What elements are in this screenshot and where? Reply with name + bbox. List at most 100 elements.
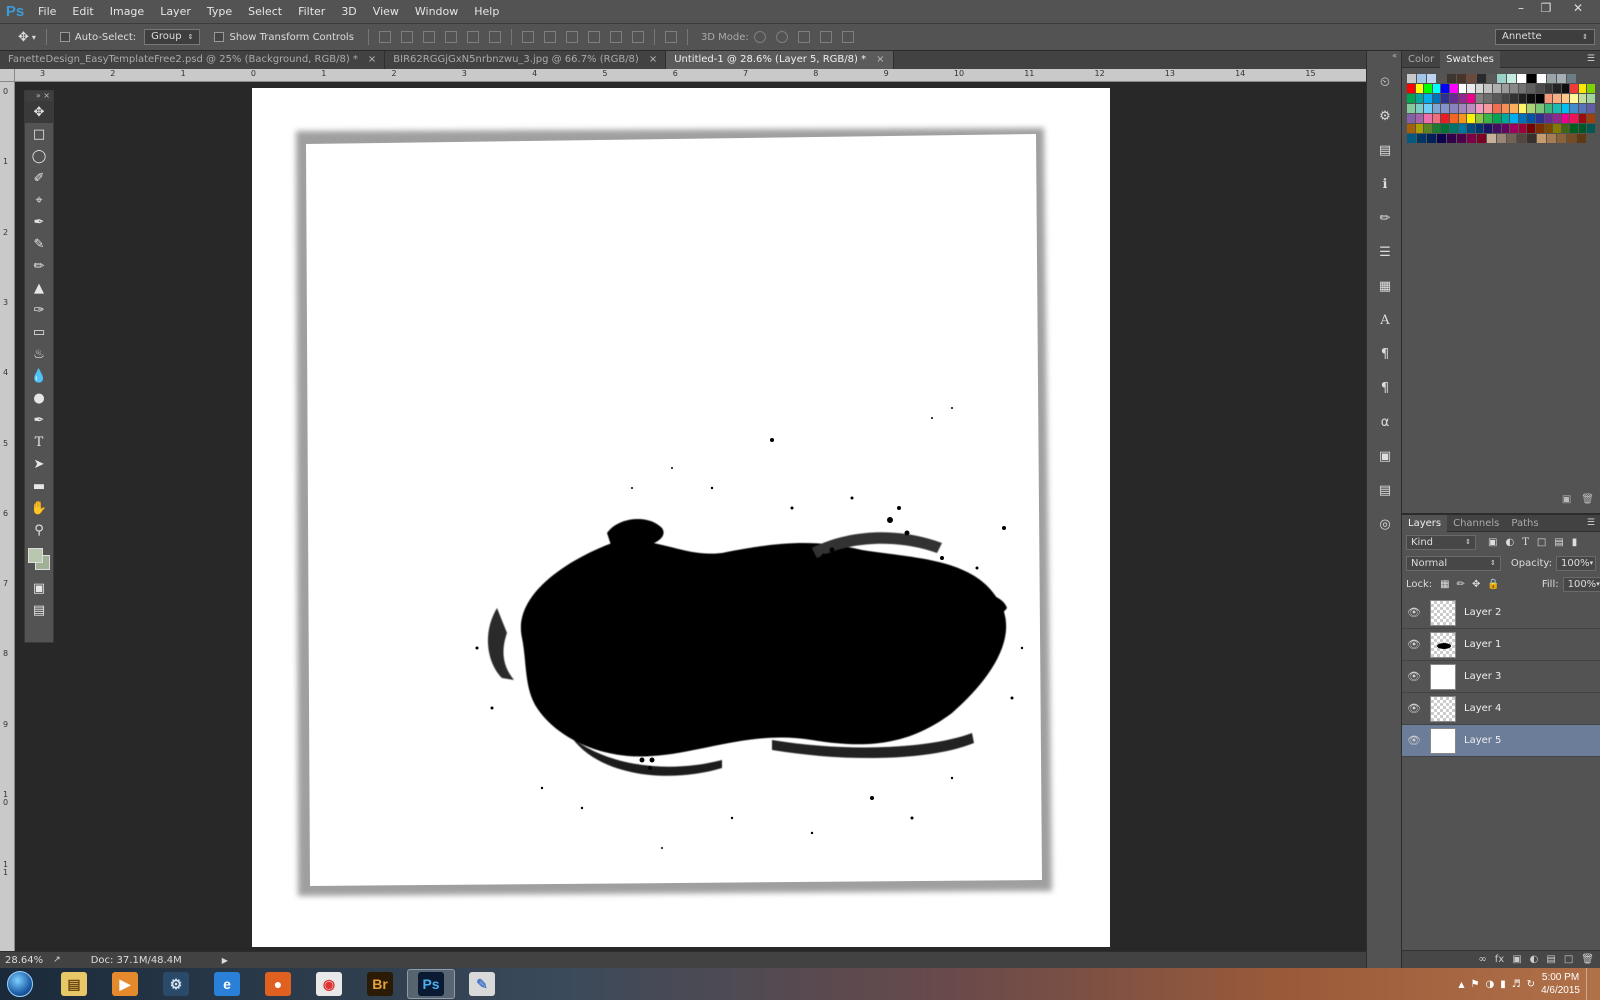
network-icon[interactable]: ◑ — [1485, 979, 1494, 990]
lock-image-icon[interactable]: ✏ — [1457, 579, 1465, 590]
filter-toggle-icon[interactable]: ▮ — [1572, 537, 1578, 548]
swatch[interactable] — [1492, 124, 1501, 133]
taskbar-paint[interactable]: ✎ — [458, 969, 506, 999]
swatch[interactable] — [1492, 114, 1501, 123]
paragraph-styles-icon[interactable]: ¶ — [1367, 371, 1403, 405]
show-transform-checkbox[interactable]: Show Transform Controls — [214, 32, 354, 43]
swatch[interactable] — [1507, 134, 1516, 143]
notes-icon[interactable]: ▤ — [1367, 473, 1403, 507]
new-group-icon[interactable]: ▤ — [1546, 954, 1555, 965]
brush-tool-icon[interactable]: ✏ — [25, 255, 53, 277]
swatch[interactable] — [1427, 74, 1436, 83]
swatch[interactable] — [1517, 134, 1526, 143]
foreground-color[interactable] — [28, 548, 43, 563]
layer-row[interactable]: 👁 Layer 4 — [1402, 693, 1600, 725]
swatch[interactable] — [1449, 84, 1458, 93]
swatch[interactable] — [1458, 84, 1467, 93]
swatch[interactable] — [1415, 124, 1424, 133]
share-icon[interactable]: ↗ — [53, 955, 61, 965]
swatch[interactable] — [1561, 84, 1570, 93]
taskbar-internet-explorer[interactable]: e — [203, 969, 251, 999]
sync-icon[interactable]: ↻ — [1527, 979, 1535, 990]
tab-swatches[interactable]: Swatches — [1440, 50, 1500, 68]
swatch[interactable] — [1510, 104, 1518, 113]
adjustment-layer-icon[interactable]: ◐ — [1530, 954, 1539, 965]
swatch[interactable] — [1407, 74, 1416, 83]
swatch[interactable] — [1557, 74, 1566, 83]
kind-filter-select[interactable]: Kind ⇕ — [1406, 535, 1476, 550]
swatch[interactable] — [1518, 104, 1527, 113]
swatch[interactable] — [1415, 84, 1424, 93]
swatch[interactable] — [1467, 94, 1475, 103]
swatch[interactable] — [1553, 94, 1561, 103]
swatch[interactable] — [1517, 74, 1526, 83]
swatch[interactable] — [1553, 84, 1561, 93]
swatch[interactable] — [1544, 124, 1553, 133]
start-button[interactable] — [0, 968, 40, 1000]
show-desktop-button[interactable] — [1586, 968, 1594, 1000]
taskbar-firefox[interactable]: ● — [254, 969, 302, 999]
swatch[interactable] — [1484, 124, 1492, 133]
3d-slide-icon[interactable] — [819, 31, 832, 43]
taskbar-media-player[interactable]: ▶ — [101, 969, 149, 999]
show-hidden-icons[interactable]: ▲ — [1458, 980, 1464, 989]
swatch[interactable] — [1570, 114, 1578, 123]
swatch[interactable] — [1501, 104, 1510, 113]
filter-adjustment-icon[interactable]: ◐ — [1505, 537, 1514, 548]
vertical-ruler[interactable]: 0 1 2 3 4 5 6 7 8 9 1 0 1 1 — [0, 82, 15, 951]
swatch[interactable] — [1561, 104, 1570, 113]
swatch[interactable] — [1441, 104, 1449, 113]
info-icon[interactable]: ℹ — [1367, 167, 1403, 201]
swatch[interactable] — [1492, 94, 1501, 103]
swatch[interactable] — [1492, 104, 1501, 113]
layer-row[interactable]: 👁 Layer 2 — [1402, 597, 1600, 629]
taskbar-steam[interactable]: ⚙ — [152, 969, 200, 999]
swatch[interactable] — [1501, 94, 1510, 103]
swatch[interactable] — [1510, 114, 1518, 123]
layer-row[interactable]: 👁 Layer 1 — [1402, 629, 1600, 661]
layer-name[interactable]: Layer 4 — [1464, 703, 1501, 714]
swatch[interactable] — [1417, 74, 1426, 83]
panel-menu-icon[interactable]: ☰ — [1587, 518, 1600, 528]
swatch[interactable] — [1578, 84, 1587, 93]
3d-rotate-icon[interactable] — [753, 31, 766, 43]
swatch[interactable] — [1424, 104, 1432, 113]
swatch[interactable] — [1484, 94, 1492, 103]
eraser-tool-icon[interactable]: ▭ — [25, 321, 53, 343]
swatch[interactable] — [1424, 84, 1432, 93]
swatch[interactable] — [1570, 84, 1578, 93]
swatch[interactable] — [1510, 84, 1518, 93]
swatch[interactable] — [1510, 124, 1518, 133]
new-layer-icon[interactable]: □ — [1564, 954, 1573, 965]
3d-scale-icon[interactable] — [841, 31, 854, 43]
lock-transparent-icon[interactable]: ▦ — [1440, 579, 1449, 590]
align-left-icon[interactable] — [444, 31, 457, 43]
minimize-icon[interactable]: – — [1510, 0, 1532, 18]
swatch[interactable] — [1507, 74, 1516, 83]
swatch[interactable] — [1518, 114, 1527, 123]
swatch[interactable] — [1407, 114, 1415, 123]
swatch[interactable] — [1415, 114, 1424, 123]
swatch[interactable] — [1553, 114, 1561, 123]
close-icon[interactable]: ✕ — [1567, 0, 1589, 18]
swatch[interactable] — [1544, 94, 1553, 103]
swatch[interactable] — [1475, 114, 1484, 123]
swatch[interactable] — [1587, 114, 1596, 123]
layer-name[interactable]: Layer 3 — [1464, 671, 1501, 682]
delete-layer-icon[interactable]: 🗑 — [1581, 954, 1594, 965]
swatch[interactable] — [1535, 94, 1544, 103]
quick-select-tool-icon[interactable]: ✐ — [25, 167, 53, 189]
swatch[interactable] — [1417, 134, 1426, 143]
menu-3d[interactable]: 3D — [333, 0, 364, 23]
status-menu-icon[interactable]: ▶ — [222, 956, 228, 965]
close-tab-icon[interactable]: × — [649, 51, 657, 69]
swatch[interactable] — [1449, 114, 1458, 123]
power-icon[interactable]: ▮ — [1500, 979, 1506, 990]
lasso-tool-icon[interactable]: ◯ — [25, 145, 53, 167]
3d-pan-icon[interactable] — [797, 31, 810, 43]
swatch[interactable] — [1570, 94, 1578, 103]
new-swatch-icon[interactable]: ▣ — [1562, 494, 1571, 505]
adjustments-icon[interactable]: ☰ — [1367, 235, 1403, 269]
zoom-tool-icon[interactable]: ⚲ — [25, 519, 53, 541]
tab-channels[interactable]: Channels — [1447, 515, 1505, 532]
